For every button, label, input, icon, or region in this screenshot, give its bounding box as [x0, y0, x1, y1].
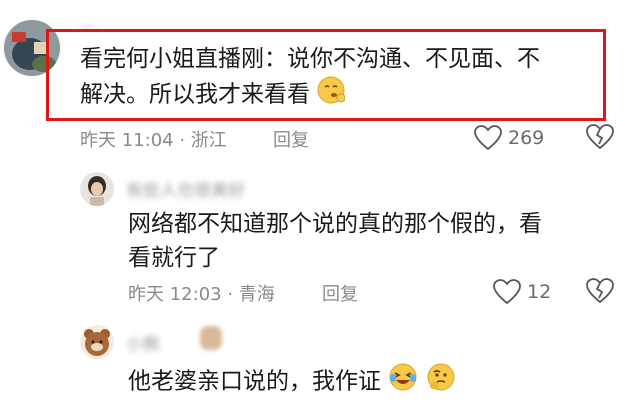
comment-text-line1: 网络都不知道那个说的真的那个假的，看: [128, 211, 542, 237]
comment-text-line2-wrap: 解决。所以我才来看看: [80, 76, 600, 114]
comment-text-line1: 看完何小姐直播刚：说你不沟通、不见面、不: [80, 46, 540, 72]
thinking-emoji-icon: [426, 362, 456, 402]
comment-meta: 昨天 11:04 · 浙江: [80, 130, 227, 151]
reply-button[interactable]: 回复: [273, 126, 309, 152]
comment-text: 网络都不知道那个说的真的那个假的，看 看就行了: [128, 207, 608, 275]
laughing-emoji-icon: [388, 362, 418, 402]
dislike-button[interactable]: [586, 124, 614, 154]
broken-heart-icon: [586, 278, 614, 304]
broken-heart-icon: [586, 124, 614, 150]
like-count: 12: [527, 281, 552, 303]
like-count: 269: [508, 127, 545, 149]
reply-button[interactable]: 回复: [322, 280, 358, 306]
comment-text-line1: 他老婆亲口说的，我作证: [128, 368, 381, 395]
comment-meta: 昨天 12:03 · 青海: [128, 284, 275, 305]
avatar[interactable]: [80, 325, 114, 359]
username[interactable]: 有些人也很美好: [126, 176, 245, 201]
comment-text-line2: 看就行了: [128, 245, 220, 271]
heart-outline-icon: [493, 279, 521, 305]
username[interactable]: 小熊: [126, 330, 160, 355]
like-button[interactable]: 269: [474, 124, 544, 152]
avatar[interactable]: [80, 172, 114, 206]
user-badge: [200, 326, 222, 350]
comment-text: 看完何小姐直播刚：说你不沟通、不见面、不 解决。所以我才来看看: [80, 42, 600, 114]
dislike-button[interactable]: [586, 278, 614, 308]
comment-text-line2: 解决。所以我才来看看: [80, 81, 310, 108]
username[interactable]: __: [80, 10, 95, 28]
like-button[interactable]: 12: [493, 278, 551, 306]
face-emoji-icon: [317, 76, 346, 114]
heart-outline-icon: [474, 125, 502, 151]
comment-text: 他老婆亲口说的，我作证: [128, 362, 608, 402]
